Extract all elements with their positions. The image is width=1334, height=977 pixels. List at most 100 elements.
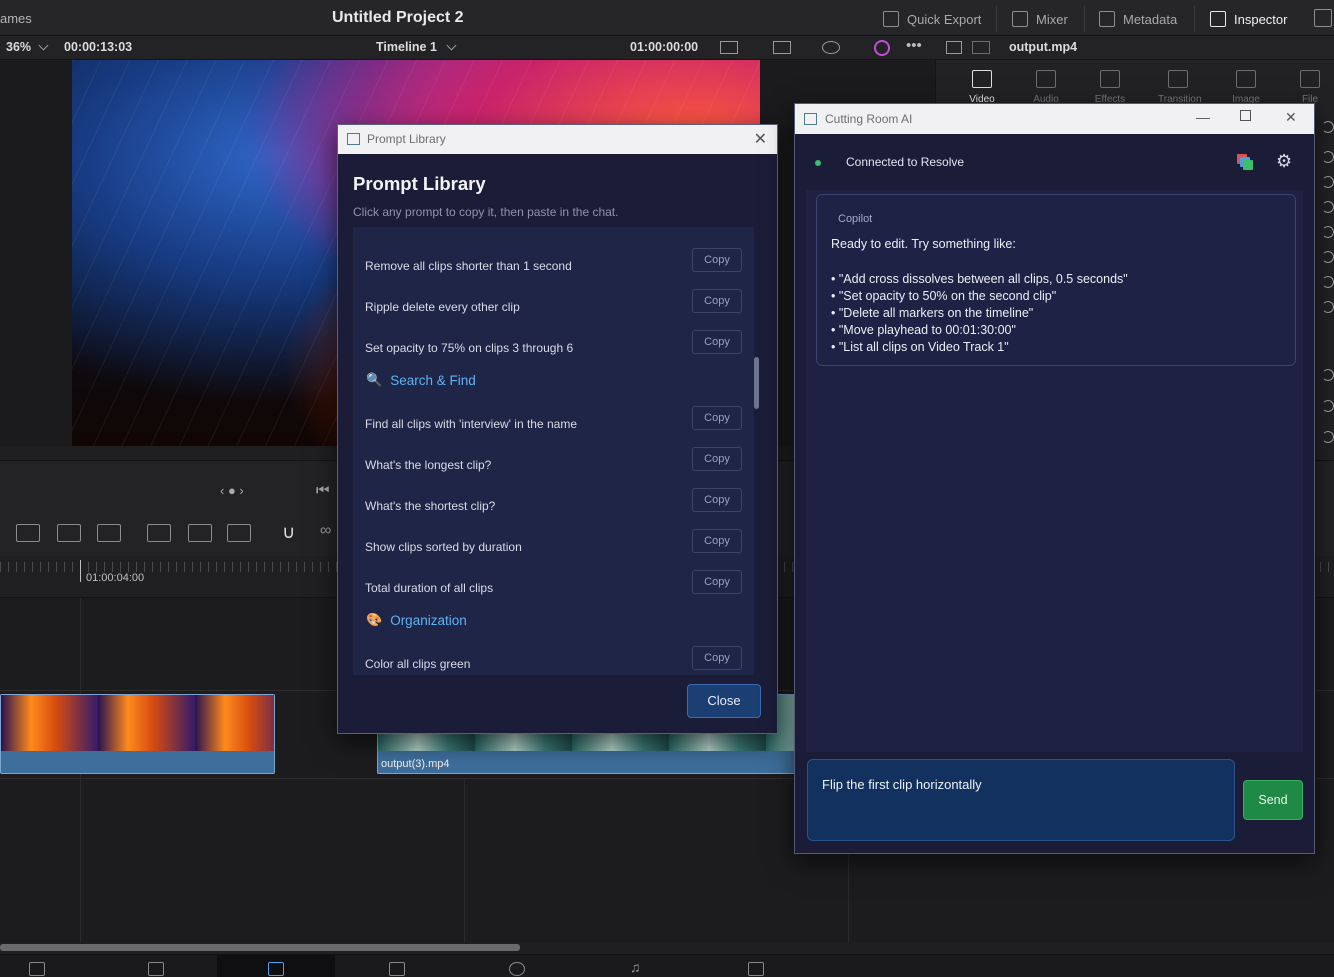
blade-icon[interactable]	[57, 524, 81, 542]
prompt-text[interactable]: Show clips sorted by duration	[365, 540, 522, 554]
inspector-clip-name: output.mp4	[1009, 40, 1078, 54]
monitor-icon[interactable]	[773, 41, 791, 54]
minimize-icon[interactable]: —	[1196, 109, 1210, 125]
page-dots[interactable]: ‹ ● ›	[220, 483, 244, 498]
snapping-icon[interactable]: ∪	[282, 522, 295, 543]
reset-icon[interactable]	[1322, 226, 1334, 238]
prompt-list-scrollbar[interactable]	[754, 357, 759, 409]
edit-page-icon[interactable]	[268, 962, 284, 976]
metadata-button[interactable]: Metadata	[1099, 9, 1177, 29]
reset-icon[interactable]	[1322, 400, 1334, 412]
project-title: Untitled Project 2	[332, 9, 464, 26]
reset-icon[interactable]	[1322, 369, 1334, 381]
quick-export-button[interactable]: Quick Export	[883, 9, 981, 29]
chat-input[interactable]: Flip the first clip horizontally	[807, 759, 1235, 841]
list-item[interactable]: What's the shortest clip? Copy	[353, 487, 754, 528]
cut-page-icon[interactable]	[148, 962, 164, 976]
reset-icon[interactable]	[1322, 251, 1334, 263]
prompt-text[interactable]: Find all clips with 'interview' in the n…	[365, 417, 577, 431]
inspector-button[interactable]: Inspector	[1210, 9, 1287, 29]
chevron-down-icon[interactable]	[38, 40, 49, 51]
timeline-selector[interactable]: Timeline 1	[376, 40, 437, 54]
list-item[interactable]: Color all clips green Copy	[353, 645, 754, 675]
trim-edit-icon[interactable]	[16, 524, 40, 542]
tab-audio[interactable]: Audio	[1026, 70, 1066, 105]
fusion-page-icon[interactable]	[389, 962, 405, 976]
prompt-text[interactable]: Set opacity to 75% on clips 3 through 6	[365, 341, 573, 355]
prompt-text[interactable]: Remove all clips shorter than 1 second	[365, 259, 572, 273]
prompt-list[interactable]: Copy Remove all clips shorter than 1 sec…	[353, 227, 754, 675]
overwrite-clip-icon[interactable]	[188, 524, 212, 542]
split-view-icon[interactable]	[972, 41, 990, 54]
copy-button[interactable]: Copy	[692, 488, 742, 512]
copy-button[interactable]: Copy	[692, 529, 742, 553]
tab-file[interactable]: File	[1290, 70, 1330, 105]
copy-button[interactable]: Copy	[692, 570, 742, 594]
ruler-marker	[80, 560, 81, 582]
reset-icon[interactable]	[1322, 176, 1334, 188]
cutting-room-titlebar[interactable]: Cutting Room AI — ✕	[795, 104, 1314, 134]
color-page-icon[interactable]	[509, 962, 525, 976]
copy-button[interactable]: Copy	[692, 330, 742, 354]
prompt-text[interactable]: What's the shortest clip?	[365, 499, 495, 513]
link-icon[interactable]: ∞	[320, 522, 331, 540]
copy-button[interactable]: Copy	[692, 289, 742, 313]
chat-history[interactable]: Copilot Ready to edit. Try something lik…	[806, 190, 1303, 752]
color-wheel-icon[interactable]	[874, 40, 890, 56]
maximize-icon[interactable]	[1240, 110, 1251, 121]
reset-icon[interactable]	[1322, 431, 1334, 443]
zoom-level[interactable]: 36%	[6, 40, 31, 54]
copy-button[interactable]: Copy	[692, 406, 742, 430]
reset-icon[interactable]	[1322, 121, 1334, 133]
list-item[interactable]: Total duration of all clips Copy	[353, 569, 754, 610]
prompt-text[interactable]: Ripple delete every other clip	[365, 300, 520, 314]
prompt-text[interactable]: Total duration of all clips	[365, 581, 493, 595]
chat-input-value[interactable]: Flip the first clip horizontally	[822, 777, 982, 792]
dynamic-trim-icon[interactable]	[97, 524, 121, 542]
list-item[interactable]: What's the longest clip? Copy	[353, 446, 754, 487]
reset-icon[interactable]	[1322, 276, 1334, 288]
palette-icon: 🎨	[366, 612, 383, 627]
list-item[interactable]: Ripple delete every other clip Copy	[353, 288, 754, 329]
close-button[interactable]: Close	[687, 684, 761, 718]
mixer-button[interactable]: Mixer	[1012, 9, 1068, 29]
layers-icon[interactable]	[1237, 154, 1254, 170]
replace-clip-icon[interactable]	[227, 524, 251, 542]
fairlight-page-icon[interactable]: ♫	[630, 959, 641, 975]
more-options-icon[interactable]: •••	[906, 37, 922, 54]
timeline-clip[interactable]	[0, 694, 275, 774]
reset-icon[interactable]	[1322, 301, 1334, 313]
file-icon	[1300, 70, 1320, 88]
close-icon[interactable]: ✕	[754, 129, 767, 149]
gear-icon[interactable]: ⚙	[1276, 151, 1292, 172]
reset-icon[interactable]	[1322, 201, 1334, 213]
deliver-page-icon[interactable]	[748, 962, 764, 976]
prompt-library-titlebar[interactable]: Prompt Library ✕	[338, 125, 777, 154]
viewer-mode-icon[interactable]	[720, 41, 738, 54]
prompt-text[interactable]: What's the longest clip?	[365, 458, 491, 472]
send-button[interactable]: Send	[1243, 780, 1303, 820]
tab-video[interactable]: Video	[962, 70, 1002, 105]
copy-button[interactable]: Copy	[692, 248, 742, 272]
list-item[interactable]: Set opacity to 75% on clips 3 through 6 …	[353, 329, 754, 370]
skip-to-start-icon[interactable]: ⏮	[316, 482, 330, 499]
insert-clip-icon[interactable]	[147, 524, 171, 542]
tab-image[interactable]: Image	[1226, 70, 1266, 105]
timeline-scrollbar[interactable]	[0, 944, 520, 951]
reset-icon[interactable]	[1322, 151, 1334, 163]
image-icon[interactable]	[946, 41, 962, 54]
prompt-text[interactable]: Color all clips green	[365, 657, 470, 671]
image-icon	[1236, 70, 1256, 88]
list-item[interactable]: Find all clips with 'interview' in the n…	[353, 405, 754, 446]
chevron-down-icon[interactable]	[446, 40, 457, 51]
tab-effects[interactable]: Effects	[1090, 70, 1130, 105]
list-item[interactable]: Show clips sorted by duration Copy	[353, 528, 754, 569]
transform-icon[interactable]	[822, 41, 840, 54]
list-item[interactable]: Remove all clips shorter than 1 second C…	[353, 247, 754, 288]
copy-button[interactable]: Copy	[692, 646, 742, 670]
copy-button[interactable]: Copy	[692, 447, 742, 471]
close-icon[interactable]: ✕	[1285, 109, 1297, 126]
tab-transition[interactable]: Transition	[1158, 70, 1202, 105]
media-page-icon[interactable]	[29, 962, 45, 976]
expand-panel-button[interactable]	[1314, 9, 1332, 27]
